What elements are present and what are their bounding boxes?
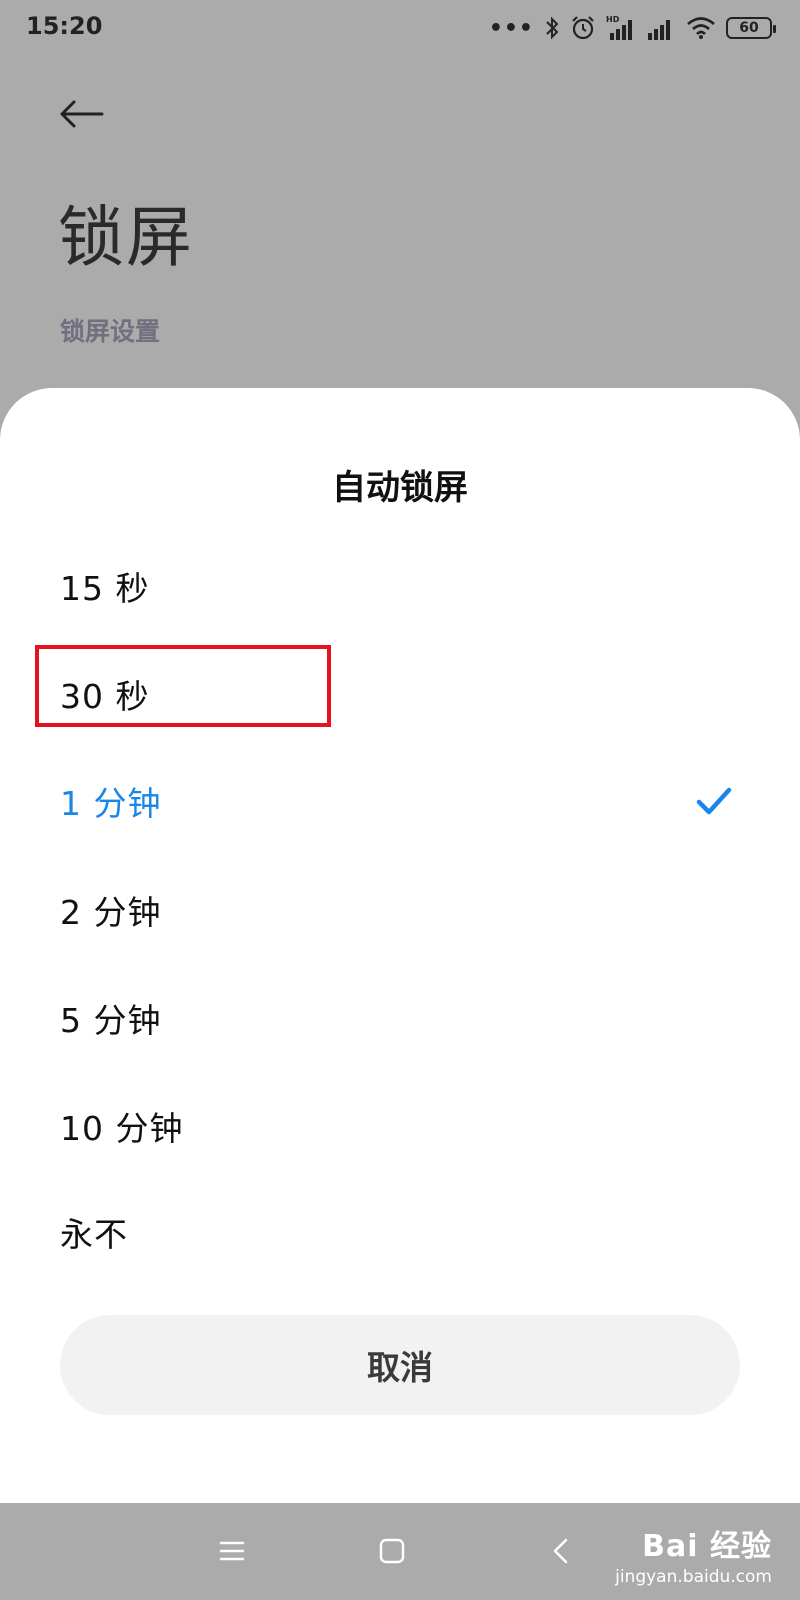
baidu-watermark: Bai 经验 jingyan.baidu.com <box>615 1521 772 1587</box>
watermark-url: jingyan.baidu.com <box>615 1567 772 1587</box>
signal-icon <box>646 15 676 41</box>
menu-icon <box>219 1541 245 1561</box>
option-label: 1 分钟 <box>60 784 162 823</box>
back-chevron-icon <box>553 1538 568 1564</box>
back-arrow-icon <box>60 100 104 128</box>
option-15-seconds[interactable]: 15 秒 <box>0 536 800 636</box>
navigation-bar: Bai 经验 jingyan.baidu.com <box>0 1503 800 1600</box>
dialog-title: 自动锁屏 <box>332 468 468 508</box>
hd-signal-icon: HD <box>606 14 636 42</box>
cancel-button[interactable]: 取消 <box>60 1315 740 1415</box>
page-title: 锁屏 <box>58 199 194 276</box>
wifi-icon <box>686 16 716 40</box>
status-time: 15:20 <box>26 12 103 40</box>
option-2-minutes[interactable]: 2 分钟 <box>0 860 800 960</box>
more-dots-icon: ••• <box>488 15 534 41</box>
home-icon <box>379 1538 405 1564</box>
back-nav-button[interactable] <box>540 1531 580 1571</box>
back-button[interactable] <box>58 92 114 136</box>
option-label: 10 分钟 <box>60 1109 184 1148</box>
highlight-box <box>35 645 331 727</box>
option-5-minutes[interactable]: 5 分钟 <box>0 968 800 1068</box>
svg-text:HD: HD <box>606 15 620 24</box>
option-never[interactable]: 永不 <box>0 1182 800 1282</box>
status-icons: ••• HD 60 <box>488 12 776 44</box>
menu-button[interactable] <box>212 1531 252 1571</box>
battery-icon: 60 <box>726 17 776 39</box>
section-label: 锁屏设置 <box>60 317 161 346</box>
option-label: 15 秒 <box>60 569 150 608</box>
option-label: 5 分钟 <box>60 1001 162 1040</box>
option-1-minute[interactable]: 1 分钟 <box>0 751 800 851</box>
watermark-brand: Bai 经验 <box>642 1529 772 1564</box>
option-label: 永不 <box>60 1215 128 1254</box>
check-icon <box>696 787 732 815</box>
home-button[interactable] <box>372 1531 412 1571</box>
alarm-icon <box>570 15 596 41</box>
bluetooth-icon <box>544 15 560 41</box>
option-10-minutes[interactable]: 10 分钟 <box>0 1076 800 1176</box>
status-bar: 15:20 ••• HD 60 <box>0 0 800 56</box>
option-label: 2 分钟 <box>60 893 162 932</box>
